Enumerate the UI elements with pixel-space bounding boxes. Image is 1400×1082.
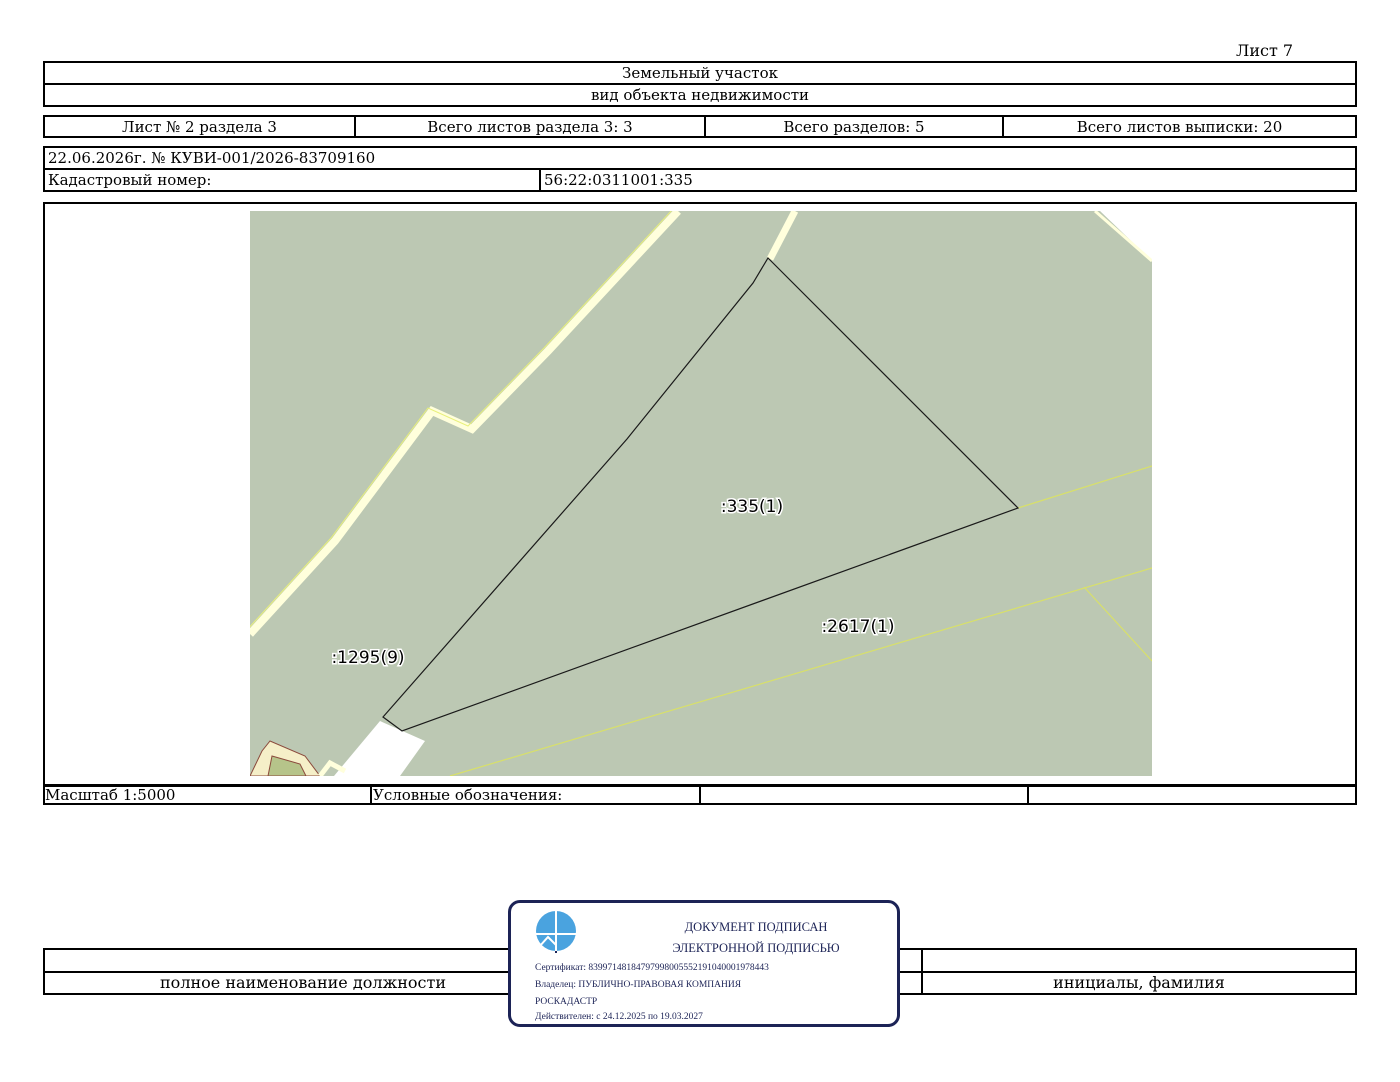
map-scale: Масштаб 1:5000 xyxy=(45,786,372,804)
total-extract-sheets: Всего листов выписки: 20 xyxy=(1076,117,1283,136)
legend-cell-empty-1 xyxy=(701,787,1029,803)
object-type: Земельный участок xyxy=(622,64,778,82)
date-number: 22.06.2026г. № КУВИ-001/2026-83709160 xyxy=(48,149,376,167)
label-parcel-1295: :1295(9) xyxy=(331,648,404,668)
legend-cell-empty-2 xyxy=(1029,787,1355,803)
sheets-info-row: Лист № 2 раздела 3 Всего листов раздела … xyxy=(43,115,1357,138)
object-type-row: Земельный участок xyxy=(43,61,1357,85)
total-section-sheets: Всего листов раздела 3: 3 xyxy=(356,117,706,136)
road-strip xyxy=(250,211,681,637)
stamp-owner-line1: Владелец: ПУБЛИЧНО-ПРАВОВАЯ КОМПАНИЯ xyxy=(535,980,742,990)
legend-label: Условные обозначения: xyxy=(372,786,701,804)
object-type-caption-row: вид объекта недвижимости xyxy=(43,84,1357,107)
stamp-title-line2: ЭЛЕКТРОННОЙ ПОДПИСЬЮ xyxy=(672,941,840,955)
parcel-line-a xyxy=(1017,465,1152,509)
object-type-caption: вид объекта недвижимости xyxy=(590,85,810,104)
map-blank-area xyxy=(334,721,425,776)
rosreestr-logo-icon xyxy=(536,911,576,953)
stamp-certificate: Сертификат: 8399714818479799800555219104… xyxy=(535,963,769,973)
cadastral-number: 56:22:0311001:335 xyxy=(544,170,693,189)
date-number-row: 22.06.2026г. № КУВИ-001/2026-83709160 xyxy=(43,146,1357,170)
total-sections: Всего разделов: 5 xyxy=(706,117,1004,136)
label-parcel-335: :335(1) xyxy=(721,497,783,517)
electronic-signature-stamp: ДОКУМЕНТ ПОДПИСАН ЭЛЕКТРОННОЙ ПОДПИСЬЮ С… xyxy=(508,900,900,1027)
cadastral-map: :335(1) :2617(1) :1295(9) xyxy=(250,211,1152,776)
label-parcel-2617: :2617(1) xyxy=(821,617,894,637)
parcel-line-b xyxy=(449,567,1152,776)
cadastral-label: Кадастровый номер: xyxy=(45,169,541,190)
name-caption: инициалы, фамилия xyxy=(1053,973,1225,992)
sheet-of-section: Лист № 2 раздела 3 xyxy=(45,117,356,136)
sheet-number: Лист 7 xyxy=(1236,41,1294,60)
stamp-validity: Действителен: с 24.12.2025 по 19.03.2027 xyxy=(535,1012,703,1022)
stamp-owner-line2: РОСКАДАСТР xyxy=(535,997,598,1007)
position-caption: полное наименование должности xyxy=(160,973,446,992)
stamp-title-line1: ДОКУМЕНТ ПОДПИСАН xyxy=(684,920,828,934)
cadastral-row: Кадастровый номер: 56:22:0311001:335 xyxy=(43,169,1357,192)
map-drawing: :335(1) :2617(1) :1295(9) xyxy=(250,211,1152,776)
road-strip-top xyxy=(766,211,799,261)
extract-page: Лист 7 Земельный участок вид объекта нед… xyxy=(0,0,1400,1082)
parcel-line-c xyxy=(1083,586,1152,662)
legend-row: Масштаб 1:5000 Условные обозначения: xyxy=(43,785,1357,805)
parcel-335-boundary xyxy=(382,257,1020,732)
